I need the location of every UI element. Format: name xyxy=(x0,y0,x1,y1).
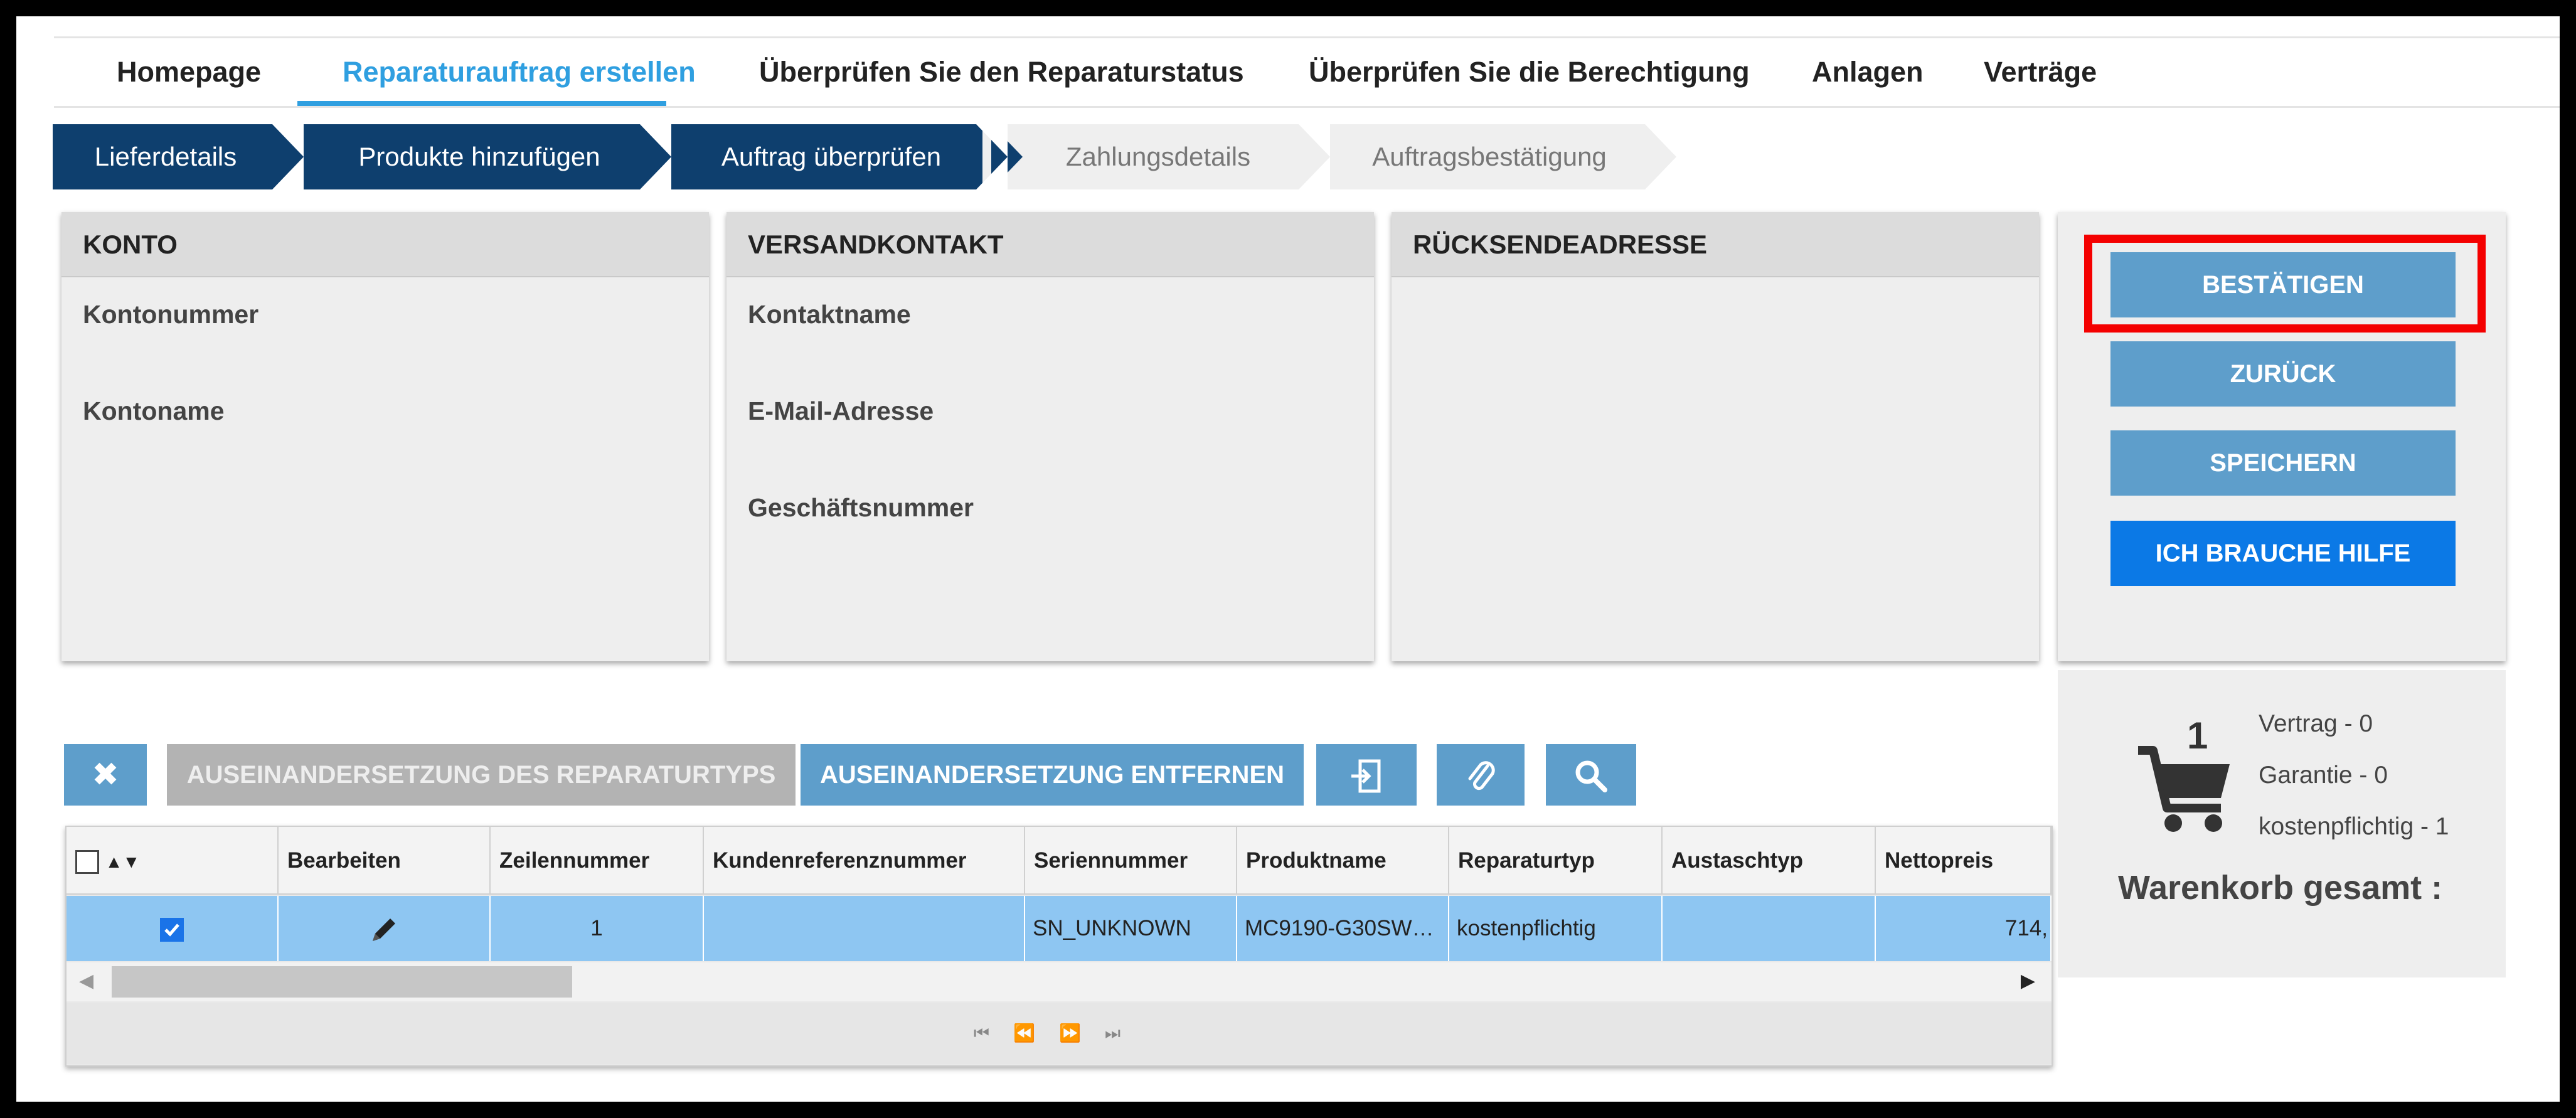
nav-check-repair-status[interactable]: Überprüfen Sie den Reparaturstatus xyxy=(759,38,1244,106)
step-label: Auftrag überprüfen xyxy=(721,142,942,171)
step-separator xyxy=(1299,124,1330,189)
business-number-label: Geschäftsnummer xyxy=(748,493,974,522)
account-number-label: Kontonummer xyxy=(83,300,259,329)
step-separator xyxy=(640,124,671,189)
pencil-icon[interactable] xyxy=(368,913,400,946)
account-panel-title: KONTO xyxy=(61,212,709,277)
import-icon xyxy=(1351,759,1381,793)
first-page-icon[interactable]: ⏮ xyxy=(974,1023,1013,1043)
delete-row-button[interactable]: ✖ xyxy=(64,744,147,806)
row-exchange-type xyxy=(1663,896,1876,961)
step-zahlungsdetails: Zahlungsdetails xyxy=(982,124,1340,189)
row-line-number: 1 xyxy=(491,896,704,961)
header-repair-type[interactable]: Reparaturtyp xyxy=(1449,827,1663,895)
cart-summary: 1 Vertrag - 0 Garantie - 0 kostenpflicht… xyxy=(2058,670,2506,977)
row-checkbox[interactable] xyxy=(160,917,184,942)
return-address-panel: RÜCKSENDEADRESSE xyxy=(1392,212,2039,661)
order-lines-grid: ▲▼ Bearbeiten Zeilennummer Kundenreferen… xyxy=(65,826,2053,1067)
step-label: Auftragsbestätigung xyxy=(1372,142,1607,171)
account-panel: KONTO Kontonummer Kontoname xyxy=(61,212,709,661)
help-button[interactable]: ICH BRAUCHE HILFE xyxy=(2110,521,2456,586)
next-page-icon[interactable]: ⏩ xyxy=(1059,1023,1105,1043)
email-label: E-Mail-Adresse xyxy=(748,397,934,425)
step-lieferdetails[interactable]: Lieferdetails xyxy=(53,124,310,189)
nav-contracts[interactable]: Verträge xyxy=(1984,38,2097,106)
warranty-count: Garantie - 0 xyxy=(2259,762,2388,789)
header-edit[interactable]: Bearbeiten xyxy=(279,827,491,895)
attach-button[interactable] xyxy=(1437,744,1525,806)
select-all-header[interactable]: ▲▼ xyxy=(67,827,279,895)
scroll-right-icon[interactable]: ▶ xyxy=(2021,970,2035,992)
select-all-checkbox[interactable] xyxy=(75,849,99,874)
close-icon: ✖ xyxy=(92,757,119,793)
top-nav: Homepage Reparaturauftrag erstellen Über… xyxy=(54,36,2560,108)
shipping-contact-panel: VERSANDKONTAKT Kontaktname E-Mail-Adress… xyxy=(726,212,1374,661)
scroll-left-icon[interactable]: ◀ xyxy=(79,970,93,992)
header-product-name[interactable]: Produktname xyxy=(1237,827,1449,895)
back-button[interactable]: ZURÜCK xyxy=(2110,341,2456,407)
sort-icon[interactable]: ▲▼ xyxy=(105,852,140,871)
grid-pager: ⏮⏪⏩⏭ xyxy=(67,1003,2052,1064)
save-button[interactable]: SPEICHERN xyxy=(2110,430,2456,496)
checkmark-icon xyxy=(164,924,179,937)
step-separator xyxy=(976,124,1008,189)
search-icon xyxy=(1575,760,1607,793)
header-net-price[interactable]: Nettopreis xyxy=(1876,827,2052,895)
step-label: Produkte hinzufügen xyxy=(358,142,600,171)
header-serial-number[interactable]: Seriennummer xyxy=(1025,827,1237,895)
scrollbar-thumb[interactable] xyxy=(112,966,572,998)
contract-count: Vertrag - 0 xyxy=(2259,710,2373,737)
step-label: Zahlungsdetails xyxy=(1065,142,1251,171)
row-serial-number: SN_UNKNOWN xyxy=(1025,896,1237,961)
header-exchange-type[interactable]: Austaschtyp xyxy=(1663,827,1876,895)
step-auftrag-ueberpruefen[interactable]: Auftrag überprüfen xyxy=(646,124,1023,189)
cart-count: 1 xyxy=(2187,715,2208,757)
horizontal-scrollbar[interactable]: ◀ ▶ xyxy=(67,962,2052,1001)
nav-create-repair-order[interactable]: Reparaturauftrag erstellen xyxy=(343,38,696,106)
header-line-number[interactable]: Zeilennummer xyxy=(491,827,704,895)
chargeable-count: kostenpflichtig - 1 xyxy=(2259,813,2449,840)
step-separator xyxy=(272,124,304,189)
last-page-icon[interactable]: ⏭ xyxy=(1105,1023,1144,1043)
row-repair-type: kostenpflichtig xyxy=(1449,896,1663,961)
actions-panel: BESTÄTIGEN ZURÜCK SPEICHERN ICH BRAUCHE … xyxy=(2058,212,2506,661)
row-edit-cell[interactable] xyxy=(279,896,491,961)
search-button[interactable] xyxy=(1546,744,1636,806)
shopping-cart-icon xyxy=(2138,746,2230,832)
account-name-label: Kontoname xyxy=(83,397,225,425)
active-tab-underline xyxy=(297,101,666,106)
nav-assets[interactable]: Anlagen xyxy=(1812,38,1924,106)
nav-check-entitlement[interactable]: Überprüfen Sie die Berechtigung xyxy=(1309,38,1750,106)
confirm-highlight-box xyxy=(2084,235,2486,333)
row-product-name: MC9190-G30SW… xyxy=(1237,896,1449,961)
prev-page-icon[interactable]: ⏪ xyxy=(1013,1023,1059,1043)
paperclip-icon xyxy=(1468,761,1495,791)
row-net-price: 714, xyxy=(1876,896,2052,961)
step-produkte-hinzufuegen[interactable]: Produkte hinzufügen xyxy=(279,124,686,189)
cart-total-label: Warenkorb gesamt : xyxy=(2118,869,2443,907)
dispute-repair-type-button[interactable]: AUSEINANDERSETZUNG DES REPARATURTYPS xyxy=(167,744,796,806)
import-button[interactable] xyxy=(1316,744,1417,806)
remove-dispute-button[interactable]: AUSEINANDERSETZUNG ENTFERNEN xyxy=(801,744,1304,806)
step-label: Lieferdetails xyxy=(94,142,237,171)
app-frame: Homepage Reparaturauftrag erstellen Über… xyxy=(16,16,2560,1102)
nav-homepage[interactable]: Homepage xyxy=(117,38,261,106)
row-customer-reference xyxy=(704,896,1025,961)
header-customer-reference[interactable]: Kundenreferenznummer xyxy=(704,827,1025,895)
step-auftragsbestaetigung: Auftragsbestätigung xyxy=(1305,124,1676,189)
return-address-title: RÜCKSENDEADRESSE xyxy=(1392,212,2039,277)
shipping-contact-title: VERSANDKONTAKT xyxy=(726,212,1374,277)
contact-name-label: Kontaktname xyxy=(748,300,911,329)
row-select-cell[interactable] xyxy=(67,896,279,961)
